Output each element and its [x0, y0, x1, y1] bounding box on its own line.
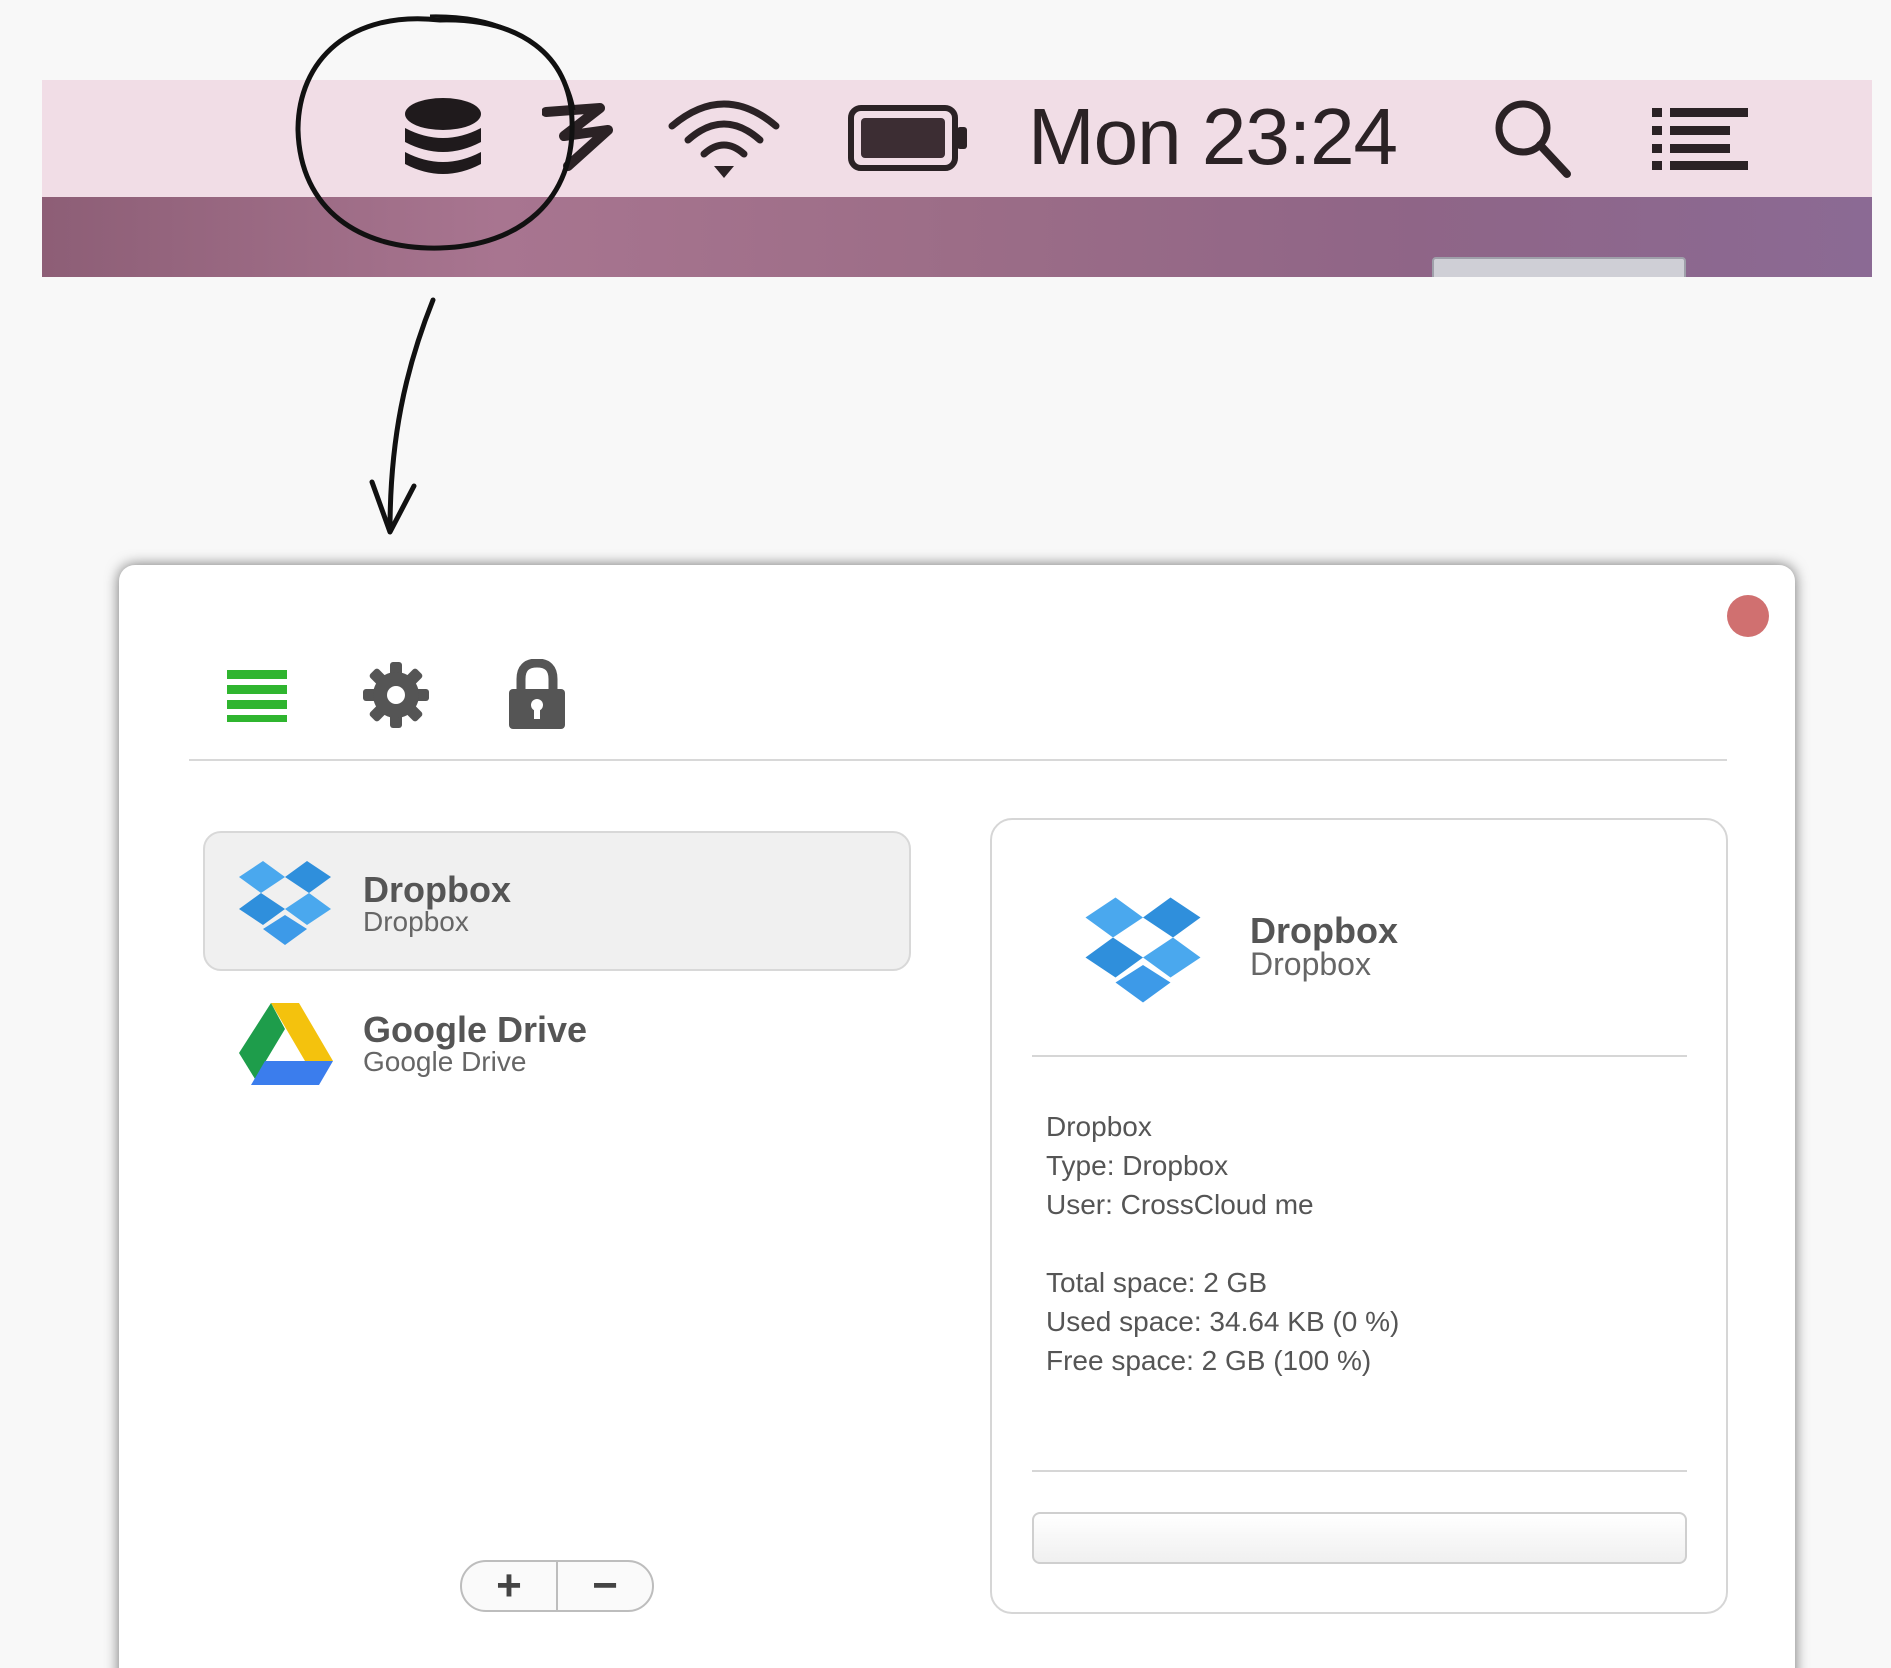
database-icon[interactable] [400, 95, 485, 180]
info-free-space: Free space: 2 GB (100 %) [1046, 1345, 1372, 1376]
account-name: Google Drive [363, 1009, 588, 1050]
toolbar-divider [189, 759, 1727, 761]
spotlight-search-icon[interactable] [1490, 95, 1576, 180]
desktop-window-edge [1432, 257, 1686, 277]
app-window: Dropbox Dropbox Google Drive Google Driv… [119, 565, 1795, 1668]
close-button[interactable] [1727, 595, 1769, 637]
battery-icon[interactable] [846, 95, 972, 180]
account-info: Dropbox Type: Dropbox User: CrossCloud m… [1046, 1107, 1399, 1380]
dropbox-icon [1085, 897, 1201, 1003]
detail-account-type: Dropbox [1250, 946, 1371, 982]
info-user: User: CrossCloud me [1046, 1189, 1314, 1220]
dropbox-icon [239, 861, 331, 945]
notification-list-icon[interactable] [1648, 95, 1752, 180]
add-remove-control: + − [460, 1560, 654, 1612]
account-type: Google Drive [363, 1046, 527, 1077]
detail-divider [1032, 1055, 1687, 1057]
account-list: Dropbox Dropbox Google Drive Google Driv… [203, 831, 911, 1111]
google-drive-icon [239, 1003, 333, 1085]
accounts-list-icon[interactable] [217, 655, 297, 735]
info-account: Dropbox [1046, 1111, 1152, 1142]
menu-bar-clock[interactable]: Mon 23:24 [1028, 92, 1398, 182]
gear-icon[interactable] [356, 655, 436, 735]
third-party-app-icon[interactable] [540, 95, 620, 180]
info-used-space: Used space: 34.64 KB (0 %) [1046, 1306, 1400, 1337]
detail-action-field[interactable] [1032, 1512, 1687, 1564]
account-item-dropbox[interactable]: Dropbox Dropbox [203, 831, 911, 971]
screenshot-stage: Mon 23:24 Dropbox Dropbox Google Drive G… [0, 0, 1891, 1668]
desktop-background [42, 197, 1872, 277]
account-item-google-drive[interactable]: Google Drive Google Drive [203, 971, 911, 1111]
add-account-button[interactable]: + [462, 1562, 556, 1610]
account-name: Dropbox [363, 869, 511, 910]
account-detail-panel: Dropbox Dropbox Dropbox Type: Dropbox Us… [990, 818, 1728, 1614]
wifi-icon[interactable] [664, 95, 784, 180]
info-type: Type: Dropbox [1046, 1150, 1229, 1181]
remove-account-button[interactable]: − [558, 1562, 652, 1610]
lock-icon[interactable] [497, 655, 577, 735]
detail-divider [1032, 1470, 1687, 1472]
info-total-space: Total space: 2 GB [1046, 1267, 1268, 1298]
account-type: Dropbox [363, 906, 469, 937]
